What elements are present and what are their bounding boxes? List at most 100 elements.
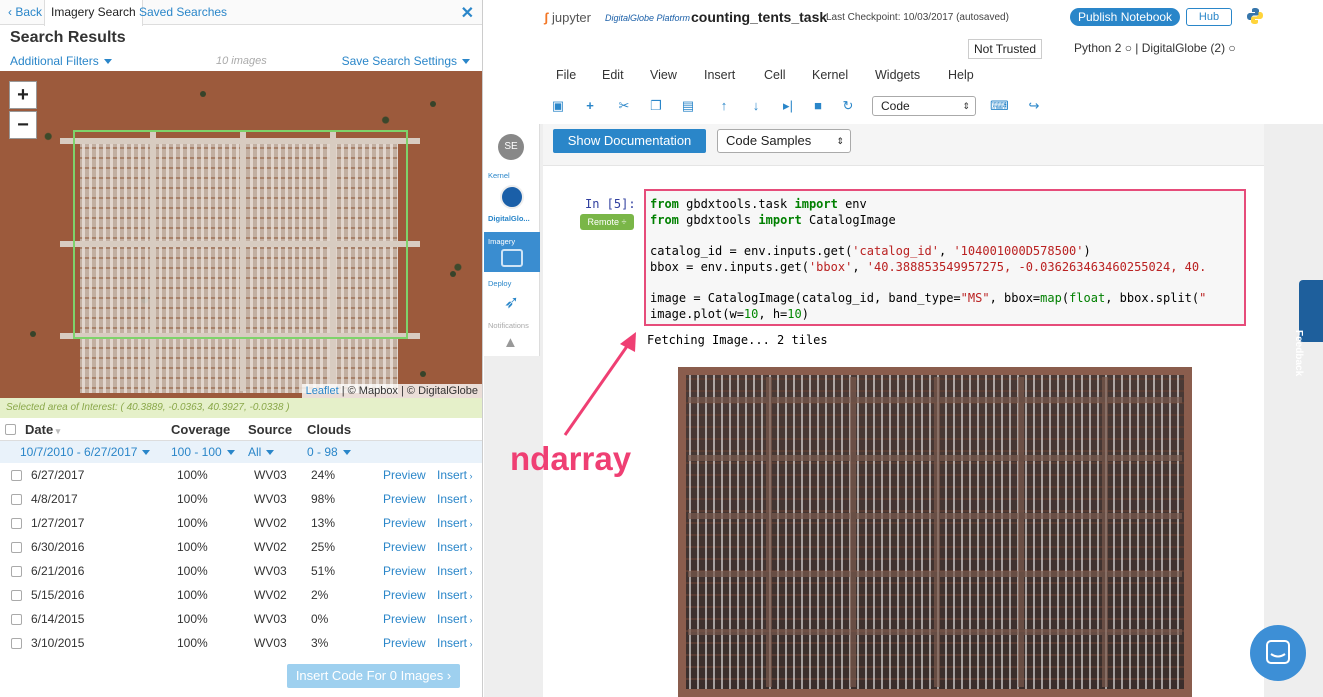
paste-icon[interactable]: ▤ bbox=[680, 98, 696, 114]
hub-button[interactable]: Hub bbox=[1186, 8, 1232, 26]
preview-link[interactable]: Preview bbox=[383, 492, 426, 506]
output-image bbox=[678, 367, 1192, 697]
sidebar-item-imagery[interactable]: Imagery bbox=[484, 232, 540, 272]
restart-icon[interactable]: ↻ bbox=[840, 98, 856, 114]
preview-link[interactable]: Preview bbox=[383, 564, 426, 578]
cell-coverage: 100% bbox=[177, 516, 208, 530]
menu-insert[interactable]: Insert bbox=[704, 68, 735, 82]
column-source[interactable]: Source bbox=[248, 422, 292, 437]
imagery-icon bbox=[501, 249, 523, 267]
preview-link[interactable]: Preview bbox=[383, 588, 426, 602]
menu-help[interactable]: Help bbox=[948, 68, 974, 82]
row-checkbox[interactable] bbox=[11, 494, 22, 505]
row-checkbox[interactable] bbox=[11, 590, 22, 601]
clouds-filter[interactable]: 0 - 98 bbox=[307, 445, 351, 459]
zoom-in-button[interactable]: + bbox=[9, 81, 37, 109]
chevron-right-icon: › bbox=[443, 668, 452, 683]
menu-cell[interactable]: Cell bbox=[764, 68, 786, 82]
back-label: Back bbox=[15, 5, 43, 19]
cut-icon[interactable]: ✂ bbox=[616, 98, 632, 114]
preview-link[interactable]: Preview bbox=[383, 468, 426, 482]
coverage-filter[interactable]: 100 - 100 bbox=[171, 445, 235, 459]
column-clouds[interactable]: Clouds bbox=[307, 422, 351, 437]
digitalglobe-kernel-icon[interactable] bbox=[500, 185, 524, 209]
insert-link[interactable]: Insert › bbox=[437, 468, 473, 482]
menu-view[interactable]: View bbox=[650, 68, 677, 82]
close-icon[interactable]: ✕ bbox=[461, 3, 474, 23]
move-down-icon[interactable]: ↓ bbox=[748, 98, 764, 114]
row-checkbox[interactable] bbox=[11, 638, 22, 649]
menu-kernel[interactable]: Kernel bbox=[812, 68, 848, 82]
chevron-right-icon: › bbox=[467, 543, 473, 553]
chevron-right-icon: › bbox=[467, 471, 473, 481]
insert-link[interactable]: Insert › bbox=[437, 612, 473, 626]
cell-type-select[interactable]: Code ⇕ bbox=[872, 96, 976, 116]
jupyter-logo-text: jupyter bbox=[551, 10, 591, 25]
caret-down-icon bbox=[462, 59, 470, 65]
row-checkbox[interactable] bbox=[11, 470, 22, 481]
menu-file[interactable]: File bbox=[556, 68, 576, 82]
sidebar-notifications-label[interactable]: Notifications bbox=[488, 321, 529, 330]
cell-date: 5/15/2016 bbox=[31, 588, 85, 602]
insert-link[interactable]: Insert › bbox=[437, 588, 473, 602]
date-filter[interactable]: 10/7/2010 - 6/27/2017 bbox=[20, 445, 151, 459]
code-samples-select[interactable]: Code Samples ⇕ bbox=[717, 129, 851, 153]
leaflet-link[interactable]: Leaflet bbox=[306, 385, 339, 397]
show-documentation-button[interactable]: Show Documentation bbox=[553, 129, 706, 153]
row-checkbox[interactable] bbox=[11, 542, 22, 553]
cell-source: WV02 bbox=[254, 516, 287, 530]
remote-execution-button[interactable]: Remote ÷ bbox=[580, 214, 634, 230]
preview-link[interactable]: Preview bbox=[383, 612, 426, 626]
column-date[interactable]: Date ▾ bbox=[25, 422, 60, 437]
preview-link[interactable]: Preview bbox=[383, 516, 426, 530]
feedback-tab[interactable]: Feedback bbox=[1293, 280, 1323, 376]
insert-link[interactable]: Insert › bbox=[437, 636, 473, 650]
kernel-indicator[interactable]: Python 2 ○ | DigitalGlobe (2) ○ bbox=[1074, 41, 1236, 55]
tab-imagery-search[interactable]: Imagery Search bbox=[44, 0, 143, 26]
cell-coverage: 100% bbox=[177, 588, 208, 602]
share-icon[interactable]: ↪ bbox=[1026, 98, 1042, 114]
area-of-interest-box[interactable] bbox=[73, 130, 408, 339]
map-view[interactable]: + − Leaflet | © Mapbox | © DigitalGlobe bbox=[0, 71, 482, 398]
row-checkbox[interactable] bbox=[11, 614, 22, 625]
save-search-settings-dropdown[interactable]: Save Search Settings bbox=[342, 54, 470, 68]
insert-code-button[interactable]: Insert Code For 0 Images › bbox=[287, 664, 460, 688]
jupyter-logo[interactable]: ʃ jupyter bbox=[544, 10, 591, 25]
code-cell[interactable]: from gbdxtools.task import env from gbdx… bbox=[644, 189, 1246, 326]
source-filter[interactable]: All bbox=[248, 445, 275, 459]
zoom-out-button[interactable]: − bbox=[9, 111, 37, 139]
sidebar-deploy-label[interactable]: Deploy bbox=[488, 279, 511, 288]
select-all-checkbox[interactable] bbox=[5, 424, 16, 435]
map-attribution: Leaflet | © Mapbox | © DigitalGlobe bbox=[301, 384, 482, 398]
chat-icon bbox=[1266, 640, 1290, 664]
additional-filters-dropdown[interactable]: Additional Filters bbox=[10, 54, 112, 68]
copy-icon[interactable]: ❐ bbox=[648, 98, 664, 114]
trusted-indicator[interactable]: Not Trusted bbox=[968, 39, 1043, 59]
row-checkbox[interactable] bbox=[11, 518, 22, 529]
insert-link[interactable]: Insert › bbox=[437, 492, 473, 506]
stop-icon[interactable]: ■ bbox=[810, 98, 826, 114]
row-checkbox[interactable] bbox=[11, 566, 22, 577]
insert-label: Insert bbox=[437, 468, 468, 482]
attribution-text: | © Mapbox | © DigitalGlobe bbox=[338, 385, 478, 397]
notebook-name[interactable]: counting_tents_task bbox=[691, 9, 827, 25]
insert-link[interactable]: Insert › bbox=[437, 540, 473, 554]
menu-widgets[interactable]: Widgets bbox=[875, 68, 920, 82]
move-up-icon[interactable]: ↑ bbox=[716, 98, 732, 114]
add-cell-icon[interactable]: + bbox=[582, 98, 598, 114]
keyboard-icon[interactable]: ⌨ bbox=[990, 98, 1009, 114]
tab-saved-searches[interactable]: Saved Searches bbox=[133, 0, 233, 25]
avatar[interactable]: SE bbox=[498, 134, 524, 160]
chat-button[interactable] bbox=[1250, 625, 1306, 681]
preview-link[interactable]: Preview bbox=[383, 636, 426, 650]
run-icon[interactable]: ▸| bbox=[780, 98, 796, 114]
publish-notebook-button[interactable]: Publish Notebook bbox=[1070, 8, 1181, 26]
back-link[interactable]: ‹ Back bbox=[2, 0, 48, 25]
insert-link[interactable]: Insert › bbox=[437, 516, 473, 530]
menu-edit[interactable]: Edit bbox=[602, 68, 624, 82]
preview-link[interactable]: Preview bbox=[383, 540, 426, 554]
rocket-icon[interactable]: ➶ bbox=[504, 292, 519, 313]
column-coverage[interactable]: Coverage bbox=[171, 422, 230, 437]
insert-link[interactable]: Insert › bbox=[437, 564, 473, 578]
save-icon[interactable]: ▣ bbox=[550, 98, 566, 114]
